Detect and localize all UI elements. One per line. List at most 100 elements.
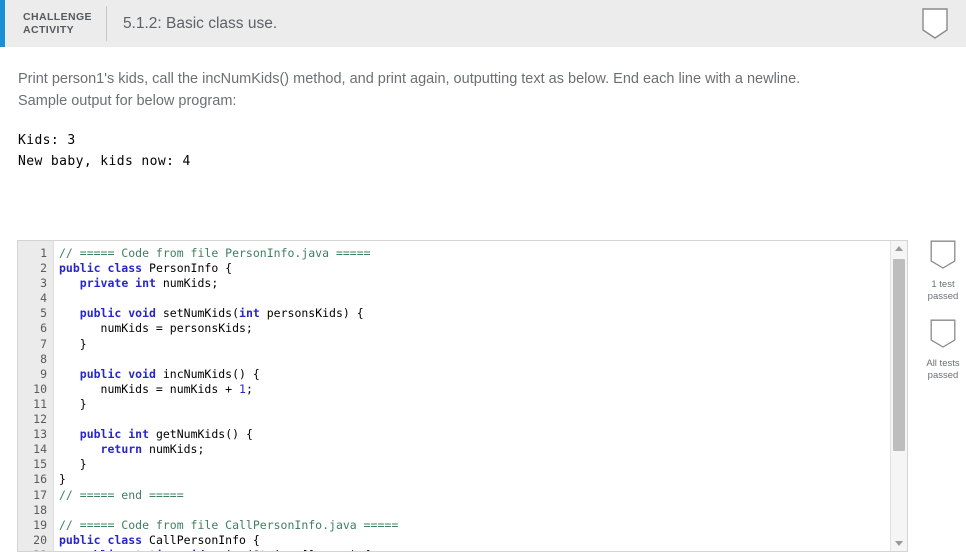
code-line: // ===== Code from file PersonInfo.java … — [59, 246, 907, 261]
test-result-label-line1: All tests — [926, 358, 960, 369]
line-number: 21 — [18, 548, 53, 551]
code-line: public static void main (String [] args)… — [59, 548, 907, 551]
test-result-item[interactable]: 1 test passed — [920, 240, 966, 303]
test-results-rail: 1 test passed All tests passed — [920, 240, 966, 398]
code-token: CallPersonInfo { — [149, 532, 260, 547]
shield-icon — [930, 319, 956, 348]
code-line: } — [59, 472, 907, 487]
code-token: // ===== Code from file CallPersonInfo.j… — [59, 517, 399, 532]
line-number: 16 — [33, 472, 47, 487]
code-line: // ===== end ===== — [59, 488, 907, 503]
line-number: 10 — [33, 381, 47, 396]
code-line: } — [59, 337, 907, 352]
code-editor[interactable]: 12345678910111213141516171819202122 // =… — [17, 240, 908, 552]
code-token: public static void — [80, 548, 212, 551]
code-token: 1 — [239, 381, 246, 396]
code-line: } — [59, 397, 907, 412]
code-token: return — [100, 442, 150, 457]
test-result-item[interactable]: All tests passed — [920, 319, 966, 382]
code-line: private int numKids; — [59, 276, 907, 291]
code-token: // ===== Code from file PersonInfo.java … — [59, 246, 371, 260]
scroll-up-button[interactable] — [891, 241, 907, 256]
code-token: ; — [245, 381, 253, 396]
scroll-down-button[interactable] — [891, 536, 907, 551]
challenge-activity-header: CHALLENGE ACTIVITY 5.1.2: Basic class us… — [0, 0, 966, 47]
line-number: 15 — [33, 457, 47, 472]
line-number: 17 — [33, 487, 47, 502]
code-line: public void setNumKids(int personsKids) … — [59, 306, 907, 321]
code-line: } — [59, 457, 907, 472]
scroll-down-arrow-icon — [895, 541, 903, 546]
code-token: incNumKids() { — [162, 366, 260, 381]
line-number: 11 — [33, 396, 47, 411]
challenge-activity-label-line2: ACTIVITY — [23, 23, 75, 36]
prompt-line-2: Sample output for below program: — [18, 93, 237, 109]
shield-icon — [922, 7, 948, 39]
line-number: 12 — [33, 412, 47, 427]
code-text-area[interactable]: // ===== Code from file PersonInfo.java … — [54, 241, 907, 551]
code-token: public void — [79, 306, 163, 321]
line-number: 19 — [33, 517, 47, 532]
prompt-text: Print person1's kids, call the incNumKid… — [18, 47, 948, 112]
code-token: getNumKids() { — [155, 427, 253, 442]
code-token: // ===== end ===== — [59, 487, 184, 502]
test-result-label-line2: passed — [927, 370, 959, 381]
code-token: numKids = personsKids; — [59, 321, 253, 336]
challenge-activity-label: CHALLENGE ACTIVITY — [5, 0, 106, 47]
shield-icon — [930, 240, 956, 269]
prompt-line-1: Print person1's kids, call the incNumKid… — [18, 71, 801, 87]
code-token: public class — [59, 532, 150, 547]
code-token: } — [59, 336, 87, 351]
code-line: numKids = personsKids; — [59, 321, 907, 336]
sample-output: Kids: 3 New baby, kids now: 4 — [18, 112, 948, 172]
code-token: setNumKids( — [162, 306, 240, 321]
code-token: main (String [] args) { — [211, 548, 370, 551]
code-token: } — [59, 457, 87, 472]
test-result-label-line1: 1 test — [931, 279, 955, 290]
code-token: public void — [79, 366, 163, 381]
page-title: 5.1.2: Basic class use. — [122, 14, 278, 32]
code-token: public class — [59, 261, 150, 276]
code-line: public void incNumKids() { — [59, 367, 907, 382]
editor-vertical-scrollbar[interactable] — [890, 241, 907, 551]
scroll-up-arrow-icon — [895, 246, 903, 251]
code-token: personsKids) { — [266, 306, 364, 321]
line-number-gutter: 12345678910111213141516171819202122 — [18, 241, 54, 551]
code-line: numKids = numKids + 1; — [59, 382, 907, 397]
code-line: // ===== Code from file CallPersonInfo.j… — [59, 518, 907, 533]
test-result-label-line2: passed — [927, 291, 959, 302]
code-token: } — [59, 472, 66, 487]
scrollbar-thumb[interactable] — [893, 259, 905, 451]
code-token: public int — [79, 427, 156, 442]
line-number: 13 — [33, 427, 47, 442]
code-token: private int — [79, 276, 163, 291]
line-number: 5 — [40, 306, 47, 321]
sample-output-line-1: Kids: 3 — [18, 133, 76, 148]
code-token: int — [239, 306, 267, 321]
line-number: 4 — [40, 291, 47, 306]
code-line: public class PersonInfo { — [59, 261, 907, 276]
code-line: public int getNumKids() { — [59, 427, 907, 442]
line-number: 14 — [33, 442, 47, 457]
line-number: 9 — [40, 366, 47, 381]
code-token: numKids; — [149, 442, 205, 457]
line-number: 6 — [40, 321, 47, 336]
line-number: 1 — [40, 246, 47, 260]
line-number: 2 — [40, 261, 47, 276]
line-number: 20 — [33, 532, 47, 547]
code-token: PersonInfo { — [149, 261, 233, 276]
activity-content: Print person1's kids, call the incNumKid… — [0, 47, 966, 172]
challenge-activity-label-line1: CHALLENGE — [23, 10, 92, 23]
line-number: 8 — [40, 351, 47, 366]
line-number: 3 — [40, 276, 47, 291]
code-line: return numKids; — [59, 442, 907, 457]
code-line: public class CallPersonInfo { — [59, 533, 907, 548]
